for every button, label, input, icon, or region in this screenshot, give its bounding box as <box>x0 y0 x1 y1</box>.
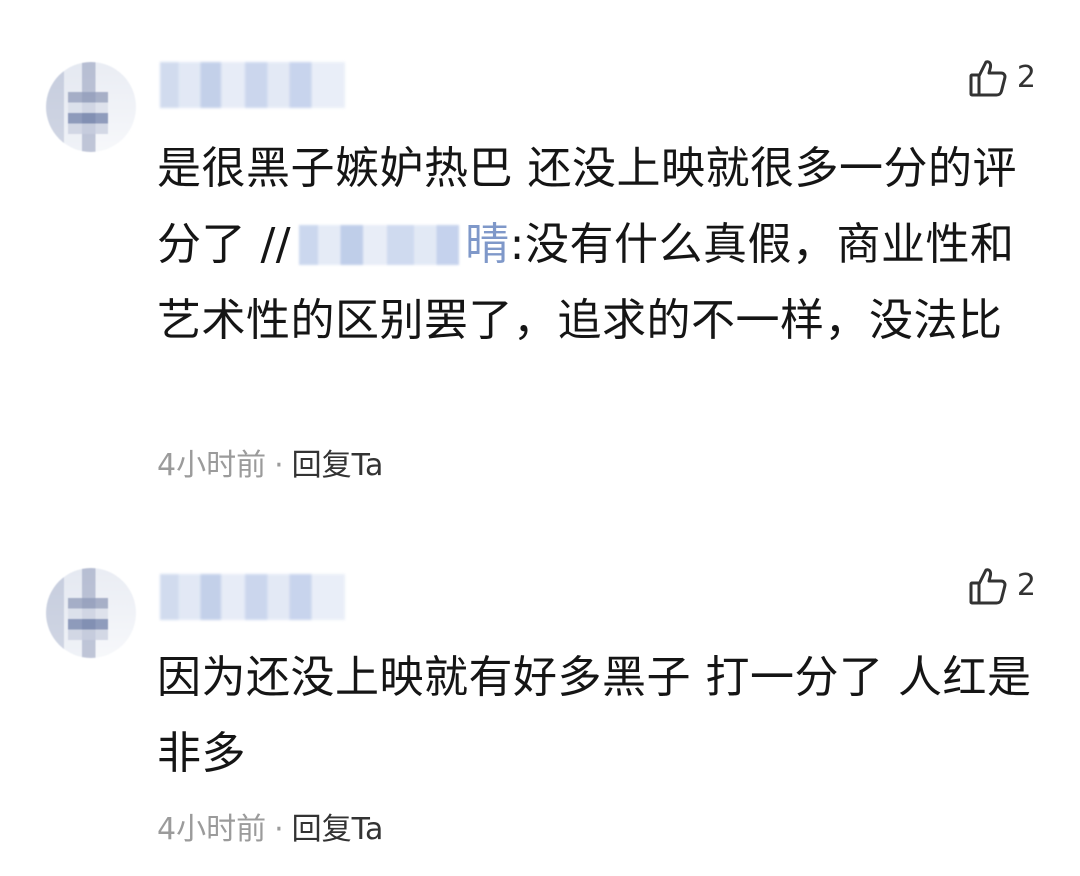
mention-name-tail[interactable]: 晴 <box>465 219 510 270</box>
comment-meta: 4小时前 · 回复Ta <box>157 446 383 486</box>
comment-time: 4小时前 <box>157 448 267 483</box>
like-count: 2 <box>1016 568 1036 603</box>
avatar[interactable] <box>46 62 136 152</box>
like-button[interactable]: 2 <box>969 58 1036 98</box>
meta-separator: · <box>274 812 284 847</box>
like-count: 2 <box>1016 60 1036 95</box>
comment-time: 4小时前 <box>157 812 267 847</box>
comment-meta: 4小时前 · 回复Ta <box>157 810 383 850</box>
mention-redacted[interactable] <box>299 225 460 265</box>
comment-text: 因为还没上映就有好多黑子 打一分了 人红是非多 <box>157 652 1032 779</box>
comment-item: 2 因为还没上映就有好多黑子 打一分了 人红是非多 4小时前 · 回复Ta <box>0 530 1080 870</box>
reply-button[interactable]: 回复Ta <box>292 446 384 486</box>
thumbs-up-icon <box>969 568 1007 605</box>
username-redacted[interactable] <box>160 574 345 620</box>
username-redacted[interactable] <box>160 62 345 108</box>
meta-separator: · <box>274 448 284 483</box>
comment-text: 是很黑子嫉妒热巴 还没上映就很多一分的评分了 //晴:没有什么真假，商业性和艺术… <box>157 131 1037 359</box>
comment-item: 2 是很黑子嫉妒热巴 还没上映就很多一分的评分了 //晴:没有什么真假，商业性和… <box>0 0 1080 520</box>
avatar[interactable] <box>46 568 136 658</box>
reply-button[interactable]: 回复Ta <box>292 810 384 850</box>
like-button[interactable]: 2 <box>969 566 1036 606</box>
thumbs-up-icon <box>969 60 1007 97</box>
